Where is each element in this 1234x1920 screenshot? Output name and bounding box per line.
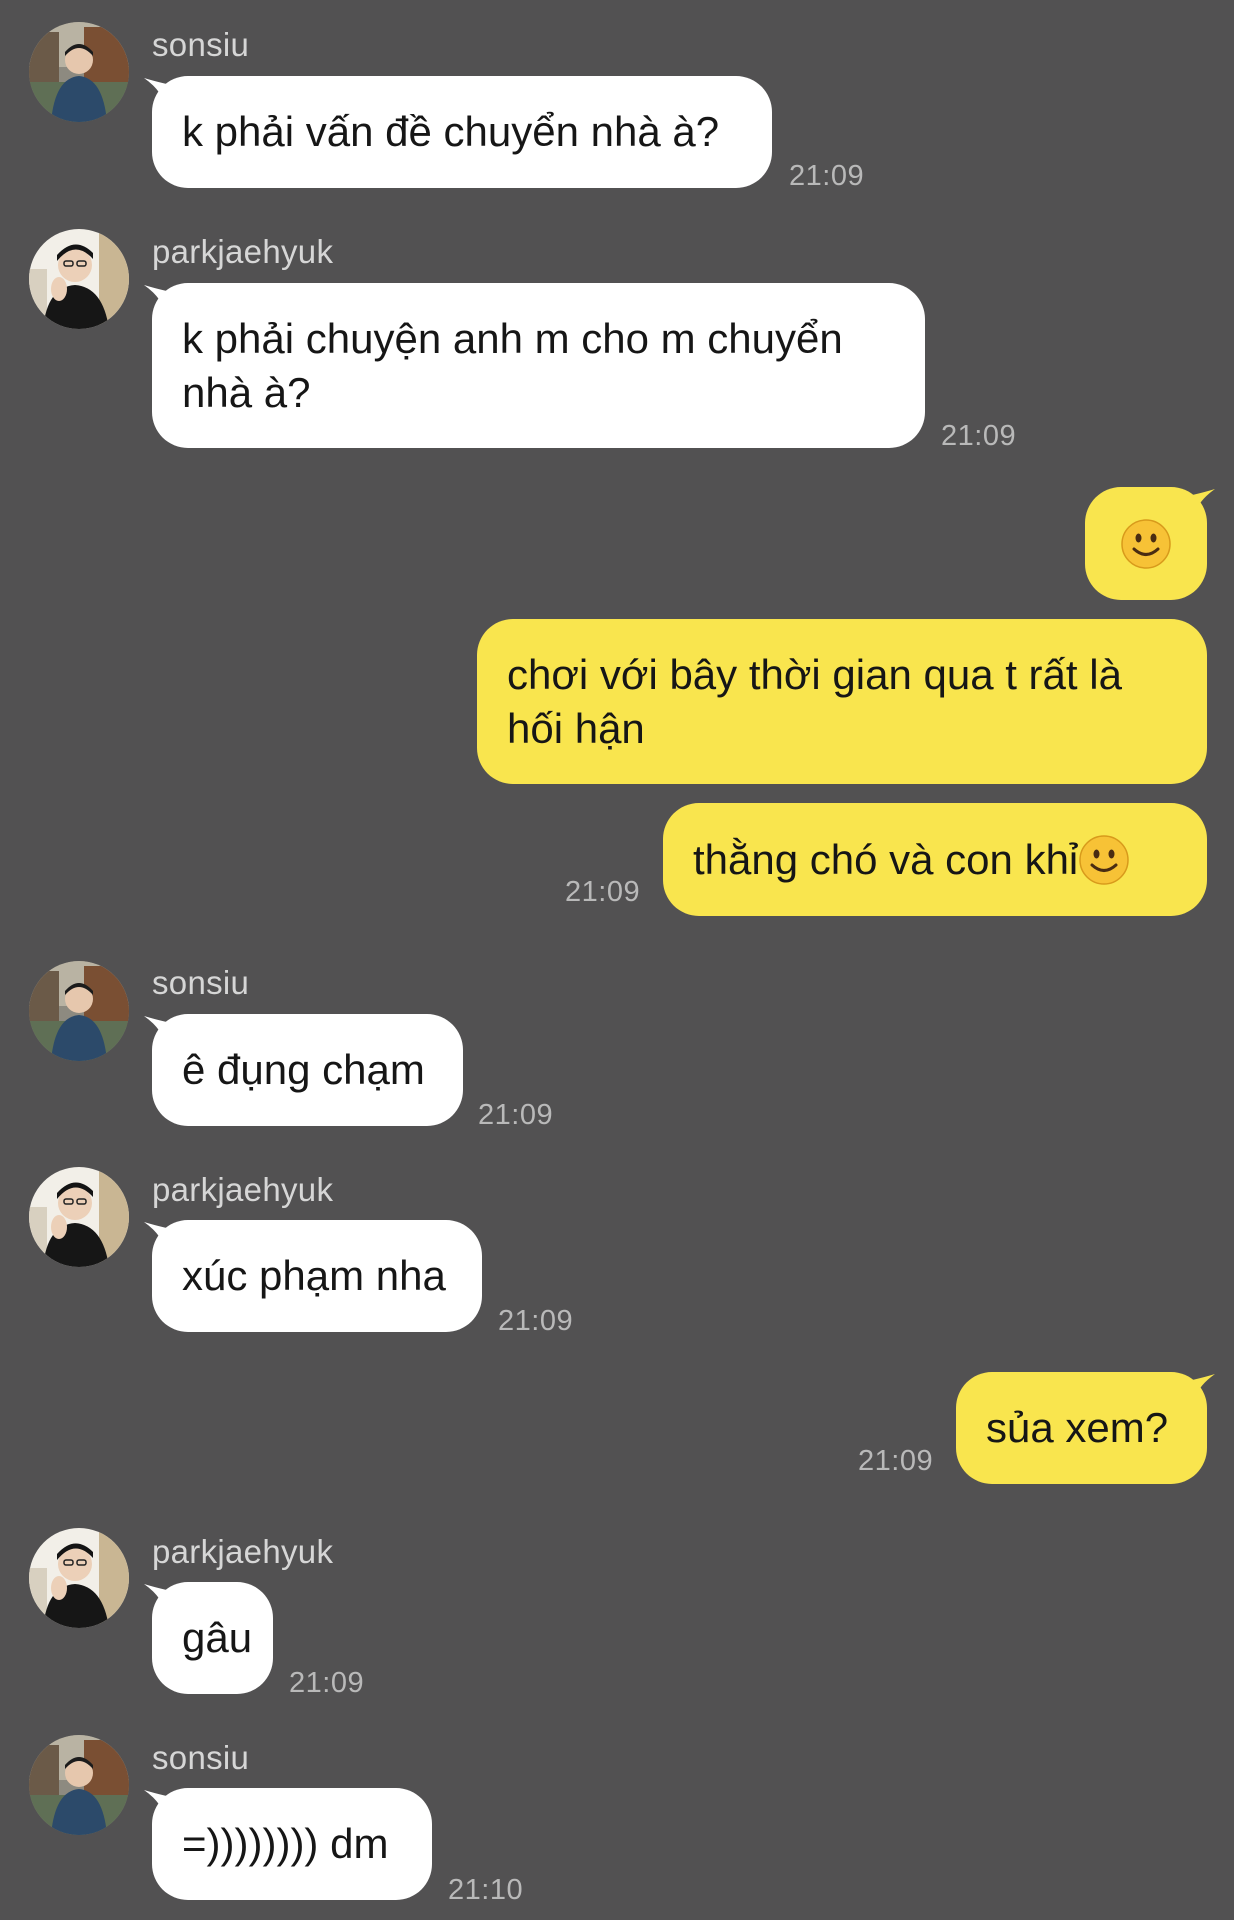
message-timestamp: 21:09 <box>858 1445 934 1477</box>
message-timestamp: 21:09 <box>565 876 641 908</box>
avatar[interactable] <box>29 229 129 329</box>
message-timestamp: 21:09 <box>789 160 865 192</box>
message-bubble[interactable]: sủa xem? <box>956 1372 1207 1484</box>
message-text: xúc phạm nha <box>182 1252 446 1299</box>
message-text: thằng chó và con khỉ <box>693 835 1079 883</box>
message-bubble[interactable]: ê đụng chạm <box>152 1014 463 1126</box>
message-timestamp: 21:09 <box>941 420 1017 452</box>
message-text: chơi với bây thời gian qua t rất là hối … <box>507 650 1122 752</box>
message-bubble[interactable]: chơi với bây thời gian qua t rất là hối … <box>477 619 1207 784</box>
message-text: sủa xem? <box>986 1404 1169 1451</box>
avatar[interactable] <box>29 961 129 1061</box>
sender-name: parkjaehyuk <box>152 233 334 270</box>
message-bubble[interactable]: xúc phạm nha <box>152 1220 482 1332</box>
chat-view: sonsiu k phải vấn đề chuyển nhà à? 21:09… <box>0 0 1234 1920</box>
message-text: k phải chuyện anh m cho m chuyển nhà à? <box>182 314 843 416</box>
message-bubble[interactable]: gâu <box>152 1582 273 1694</box>
message-text: =)))))))) dm <box>182 1820 389 1867</box>
message-timestamp: 21:10 <box>448 1874 524 1906</box>
avatar[interactable] <box>29 1528 129 1628</box>
avatar[interactable] <box>29 22 129 122</box>
message-timestamp: 21:09 <box>498 1305 574 1337</box>
message-text: ê đụng chạm <box>182 1046 425 1093</box>
sender-name: sonsiu <box>152 1739 250 1776</box>
message-bubble[interactable] <box>1085 487 1207 600</box>
sender-name: parkjaehyuk <box>152 1533 334 1570</box>
message-text: gâu <box>182 1614 253 1661</box>
avatar[interactable] <box>29 1167 129 1267</box>
slightly-smiling-face-icon <box>1078 834 1130 886</box>
message-bubble[interactable]: k phải vấn đề chuyển nhà à? <box>152 76 772 188</box>
message-timestamp: 21:09 <box>478 1099 554 1131</box>
message-bubble[interactable]: =)))))))) dm <box>152 1788 432 1900</box>
message-bubble[interactable]: k phải chuyện anh m cho m chuyển nhà à? <box>152 283 925 448</box>
sender-name: sonsiu <box>152 964 250 1001</box>
sender-name: sonsiu <box>152 26 250 63</box>
message-bubble[interactable]: thằng chó và con khỉ <box>663 803 1207 916</box>
sender-name: parkjaehyuk <box>152 1171 334 1208</box>
avatar[interactable] <box>29 1735 129 1835</box>
message-text: k phải vấn đề chuyển nhà à? <box>182 108 720 155</box>
slightly-smiling-face-icon <box>1120 518 1172 570</box>
message-timestamp: 21:09 <box>289 1667 365 1699</box>
